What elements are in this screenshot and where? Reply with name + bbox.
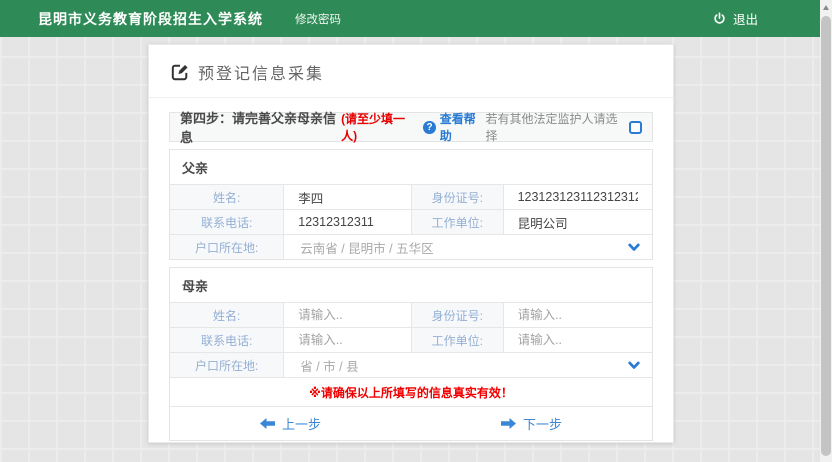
card-header: 预登记信息采集 (149, 45, 673, 98)
mother-work-cell (503, 328, 652, 352)
father-name-label: 姓名: (170, 185, 283, 209)
father-region-select[interactable]: 云南省 / 昆明市 / 五华区 (286, 238, 650, 257)
card-body: 第四步：请完善父亲母亲信息(请至少填一人) ? 查看帮助 若有其他法定监护人请选… (149, 98, 673, 441)
mother-phone-input[interactable] (286, 333, 409, 347)
scrollbar-thumb[interactable] (821, 16, 831, 456)
mother-work-input[interactable] (506, 333, 650, 347)
mother-section: 母亲 姓名: 身份证号: 联系电话: 工作单位: (169, 267, 653, 441)
view-help-link[interactable]: 查看帮助 (440, 110, 486, 144)
father-row-region: 户口所在地: 云南省 / 昆明市 / 五华区 (170, 234, 652, 259)
next-step-label: 下一步 (523, 414, 562, 433)
scrollbar[interactable] (820, 0, 832, 462)
mother-work-label: 工作单位: (411, 328, 503, 352)
mother-row-region: 户口所在地: 省 / 市 / 县 (170, 352, 652, 377)
mother-row-phone-work: 联系电话: 工作单位: (170, 327, 652, 352)
arrow-left-icon (260, 418, 275, 429)
mother-id-label: 身份证号: (411, 303, 503, 327)
mother-phone-cell (283, 328, 411, 352)
page-title: 预登记信息采集 (198, 60, 324, 84)
mother-id-input[interactable] (506, 308, 650, 322)
father-phone-input[interactable] (286, 215, 409, 229)
prev-step-button[interactable]: 上一步 (170, 407, 411, 440)
pre-registration-card: 预登记信息采集 第四步：请完善父亲母亲信息(请至少填一人) ? 查看帮助 若有其… (148, 44, 674, 443)
father-id-input[interactable] (506, 190, 650, 204)
father-section: 父亲 姓名: 身份证号: 联系电话: 工作单位: (169, 149, 653, 260)
other-guardian-note: 若有其他法定监护人请选择 (485, 110, 622, 144)
app-title: 昆明市义务教育阶段招生入学系统 (38, 9, 263, 29)
top-header-bar: 昆明市义务教育阶段招生入学系统 修改密码 退出 (0, 0, 820, 37)
father-region-cell: 云南省 / 昆明市 / 五华区 (283, 235, 652, 259)
mother-id-cell (503, 303, 652, 327)
edit-icon (171, 63, 189, 81)
father-region-value: 云南省 / 昆明市 / 五华区 (300, 238, 433, 257)
step-title: 第四步：请完善父亲母亲信息 (180, 108, 341, 146)
father-row-name-id: 姓名: 身份证号: (170, 184, 652, 209)
step-header-right: 若有其他法定监护人请选择 (485, 110, 642, 144)
chevron-down-icon (628, 361, 640, 370)
prev-step-label: 上一步 (282, 414, 321, 433)
next-step-button[interactable]: 下一步 (411, 407, 652, 440)
father-work-input[interactable] (506, 215, 650, 229)
step-hint: (请至少填一人) (341, 110, 417, 144)
father-name-cell (283, 185, 411, 209)
mother-phone-label: 联系电话: (170, 328, 283, 352)
logout-label: 退出 (733, 9, 758, 28)
step-header-bar: 第四步：请完善父亲母亲信息(请至少填一人) ? 查看帮助 若有其他法定监护人请选… (169, 112, 653, 142)
mother-region-cell: 省 / 市 / 县 (283, 353, 652, 377)
mother-name-label: 姓名: (170, 303, 283, 327)
father-phone-label: 联系电话: (170, 210, 283, 234)
mother-row-name-id: 姓名: 身份证号: (170, 302, 652, 327)
father-name-input[interactable] (286, 190, 409, 204)
father-work-cell (503, 210, 652, 234)
step-header-left: 第四步：请完善父亲母亲信息(请至少填一人) ? 查看帮助 (180, 108, 485, 146)
father-id-cell (503, 185, 652, 209)
mother-region-label: 户口所在地: (170, 353, 283, 377)
mother-section-title: 母亲 (170, 268, 652, 302)
mother-region-value: 省 / 市 / 县 (300, 356, 358, 375)
mother-region-select[interactable]: 省 / 市 / 县 (286, 356, 650, 375)
help-question-icon[interactable]: ? (423, 121, 435, 134)
father-row-phone-work: 联系电话: 工作单位: (170, 209, 652, 234)
mother-name-input[interactable] (286, 308, 409, 322)
father-section-title: 父亲 (170, 150, 652, 184)
mother-name-cell (283, 303, 411, 327)
logout-button[interactable]: 退出 (713, 9, 758, 28)
validity-notice: ※请确保以上所填写的信息真实有效！ (170, 377, 652, 406)
step-navigation: 上一步 下一步 (170, 406, 652, 440)
father-work-label: 工作单位: (411, 210, 503, 234)
change-password-link[interactable]: 修改密码 (295, 11, 341, 27)
father-region-label: 户口所在地: (170, 235, 283, 259)
other-guardian-checkbox[interactable] (629, 121, 642, 134)
father-phone-cell (283, 210, 411, 234)
scrollbar-up-arrow-icon[interactable] (820, 0, 832, 15)
father-id-label: 身份证号: (411, 185, 503, 209)
arrow-right-icon (501, 418, 516, 429)
power-icon (713, 12, 726, 25)
chevron-down-icon (628, 243, 640, 252)
